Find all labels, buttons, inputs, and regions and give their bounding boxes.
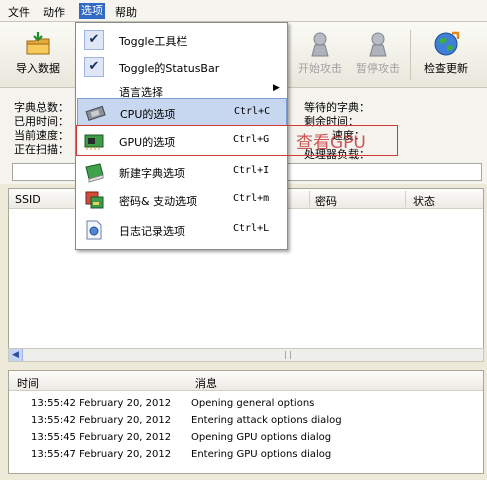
menu-item-password-options[interactable]: 密码& 支动选项 Ctrl+m <box>77 186 287 214</box>
start-attack-button[interactable]: 开始攻击 <box>288 28 352 82</box>
log-message: Entering GPU options dialog <box>191 449 332 460</box>
log-message: Entering attack options dialog <box>191 415 342 426</box>
menu-item-log-options[interactable]: 日志记录选项 Ctrl+L <box>77 216 287 244</box>
pause-attack-icon <box>369 32 387 57</box>
submenu-arrow-icon: ▶ <box>273 83 280 93</box>
column-divider <box>405 191 406 207</box>
annotation-text: 查看GPU <box>296 133 366 153</box>
menu-item-label: 日志记录选项 <box>119 225 185 238</box>
menu-options[interactable]: 选项 <box>79 3 105 19</box>
menu-item-label: 新建字典选项 <box>119 167 185 180</box>
log-message: Opening GPU options dialog <box>191 432 332 443</box>
menu-file[interactable]: 文件 <box>8 4 30 20</box>
log-column-time[interactable]: 时间 <box>17 375 39 391</box>
column-ssid[interactable]: SSID <box>15 193 41 206</box>
horizontal-scrollbar[interactable]: ◀ <box>8 348 484 362</box>
dictionary-book-icon <box>85 163 104 183</box>
log-time: 13:55:47 February 20, 2012 <box>31 449 172 460</box>
check-update-button[interactable]: 检查更新 <box>414 28 478 82</box>
menu-item-shortcut: Ctrl+m <box>233 193 270 204</box>
checkmark-icon: ✔ <box>84 57 104 77</box>
log-header: 时间 消息 <box>9 371 483 391</box>
menu-item-shortcut: Ctrl+L <box>233 223 270 234</box>
log-row: 13:55:42 February 20, 2012 Entering atta… <box>9 413 483 430</box>
toolbar-separator <box>410 30 411 80</box>
log-panel: 时间 消息 13:55:42 February 20, 2012 Opening… <box>8 370 484 474</box>
start-attack-icon <box>311 32 329 57</box>
log-time: 13:55:42 February 20, 2012 <box>31 415 172 426</box>
checkmark-icon: ✔ <box>84 30 104 50</box>
menu-item-shortcut: Ctrl+I <box>233 165 270 176</box>
log-row: 13:55:42 February 20, 2012 Opening gener… <box>9 396 483 413</box>
pause-attack-button[interactable]: 暂停攻击 <box>346 28 410 82</box>
import-folder-icon <box>26 32 50 55</box>
scroll-left-arrow-icon[interactable]: ◀ <box>9 349 23 361</box>
menu-item-cpu-options[interactable]: CPU的选项 Ctrl+C <box>77 98 287 126</box>
menu-item-label: 密码& 支动选项 <box>119 195 198 208</box>
menu-item-label: Toggle工具栏 <box>119 35 188 48</box>
log-time: 13:55:45 February 20, 2012 <box>31 432 172 443</box>
column-divider <box>309 191 310 207</box>
column-status[interactable]: 状态 <box>413 193 435 209</box>
pause-attack-label: 暂停攻击 <box>356 62 400 75</box>
menu-item-label: Toggle的StatusBar <box>119 62 220 75</box>
menu-bar: 文件 动作 选项 帮助 <box>0 0 487 22</box>
scroll-grip[interactable] <box>285 351 291 359</box>
password-drive-icon <box>85 191 104 209</box>
update-globe-icon <box>434 31 460 56</box>
menu-item-label: CPU的选项 <box>120 108 176 121</box>
log-row: 13:55:47 February 20, 2012 Entering GPU … <box>9 447 483 464</box>
import-data-button[interactable]: 导入数据 <box>6 28 70 82</box>
log-column-message[interactable]: 消息 <box>195 375 217 391</box>
log-row: 13:55:45 February 20, 2012 Opening GPU o… <box>9 430 483 447</box>
log-message: Opening general options <box>191 398 315 409</box>
log-document-icon <box>86 220 102 240</box>
start-attack-label: 开始攻击 <box>298 62 342 75</box>
menu-help[interactable]: 帮助 <box>115 4 137 20</box>
check-update-label: 检查更新 <box>424 62 468 75</box>
column-password[interactable]: 密码 <box>315 193 337 209</box>
log-time: 13:55:42 February 20, 2012 <box>31 398 172 409</box>
menu-item-new-dictionary-options[interactable]: 新建字典选项 Ctrl+I <box>77 158 287 186</box>
cpu-chip-icon <box>85 105 106 121</box>
menu-item-shortcut: Ctrl+C <box>234 106 271 117</box>
menu-item-toggle-toolbar[interactable]: ✔ Toggle工具栏 <box>77 26 287 54</box>
import-data-label: 导入数据 <box>16 62 60 75</box>
scanning-label: 正在扫描： <box>14 143 69 156</box>
menu-action[interactable]: 动作 <box>43 4 65 20</box>
